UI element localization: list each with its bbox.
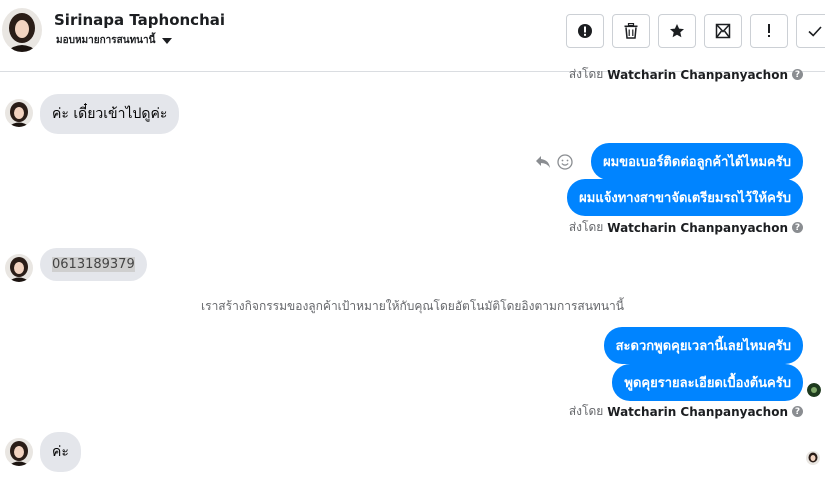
trash-icon bbox=[624, 23, 638, 39]
sent-by-prefix: ส่งโดย bbox=[568, 404, 604, 418]
conversation-toolbar bbox=[566, 14, 825, 48]
conversation-header: Sirinapa Taphonchai มอบหมายการสนทนานี้ bbox=[0, 0, 825, 72]
seen-indicator-avatar bbox=[807, 383, 821, 397]
contact-avatar-small[interactable] bbox=[5, 99, 33, 127]
seen-indicator-avatar bbox=[806, 451, 820, 465]
contact-avatar-small[interactable] bbox=[5, 438, 33, 466]
emoji-icon[interactable] bbox=[557, 154, 573, 170]
sent-by-line: ส่งโดย Watcharin Chanpanyachon ? bbox=[569, 218, 803, 237]
message-actions bbox=[535, 154, 573, 170]
contact-name: Sirinapa Taphonchai bbox=[54, 11, 226, 29]
help-icon[interactable]: ? bbox=[792, 406, 803, 417]
outgoing-message[interactable]: ผมขอเบอร์ติดต่อลูกค้าได้ไหมครับ bbox=[591, 143, 803, 180]
incoming-message[interactable]: ค่ะ เดี๋ยวเข้าไปดูค่ะ bbox=[40, 94, 180, 134]
sent-by-line: ส่งโดย Watcharin Chanpanyachon ? bbox=[569, 65, 803, 84]
sent-by-prefix: ส่งโดย bbox=[568, 220, 604, 234]
assign-label: มอบหมายการสนทนานี้ bbox=[56, 35, 156, 46]
contact-avatar-small[interactable] bbox=[5, 254, 33, 282]
star-icon bbox=[670, 24, 684, 38]
important-icon bbox=[768, 24, 770, 37]
star-button[interactable] bbox=[658, 14, 696, 48]
incoming-message[interactable]: 0613189379 bbox=[40, 248, 147, 281]
help-icon[interactable]: ? bbox=[792, 222, 803, 233]
agent-name: Watcharin Chanpanyachon bbox=[607, 67, 788, 82]
incoming-message[interactable]: ค่ะ bbox=[40, 432, 81, 472]
contact-avatar[interactable] bbox=[2, 8, 42, 52]
caret-down-icon bbox=[162, 37, 173, 44]
agent-name: Watcharin Chanpanyachon bbox=[607, 404, 788, 419]
reply-icon[interactable] bbox=[535, 155, 551, 169]
outgoing-message[interactable]: ผมแจ้งทางสาขาจัดเตรียมรถไว้ให้ครับ bbox=[567, 179, 803, 216]
system-note: เราสร้างกิจกรรมของลูกค้าเป้าหมายให้กับคุ… bbox=[201, 299, 624, 313]
phone-number[interactable]: 0613189379 bbox=[52, 257, 135, 272]
agent-name: Watcharin Chanpanyachon bbox=[607, 220, 788, 235]
important-button[interactable] bbox=[750, 14, 788, 48]
check-icon bbox=[808, 26, 822, 37]
spam-button[interactable] bbox=[566, 14, 604, 48]
outgoing-message[interactable]: พูดคุยรายละเอียดเบื้องต้นครับ bbox=[612, 364, 803, 401]
delete-button[interactable] bbox=[612, 14, 650, 48]
assign-conversation-dropdown[interactable]: มอบหมายการสนทนานี้ bbox=[56, 33, 173, 48]
sent-by-line: ส่งโดย Watcharin Chanpanyachon ? bbox=[569, 402, 803, 421]
help-icon[interactable]: ? bbox=[792, 69, 803, 80]
alert-circle-icon bbox=[578, 24, 592, 38]
outgoing-message[interactable]: สะดวกพูดคุยเวลานี้เลยไหมครับ bbox=[603, 327, 803, 364]
mark-unread-icon bbox=[715, 23, 731, 39]
message-thread: ส่งโดย Watcharin Chanpanyachon ? ค่ะ เดี… bbox=[0, 67, 825, 491]
mark-done-button[interactable] bbox=[796, 14, 825, 48]
sent-by-prefix: ส่งโดย bbox=[568, 67, 604, 81]
mark-unread-button[interactable] bbox=[704, 14, 742, 48]
